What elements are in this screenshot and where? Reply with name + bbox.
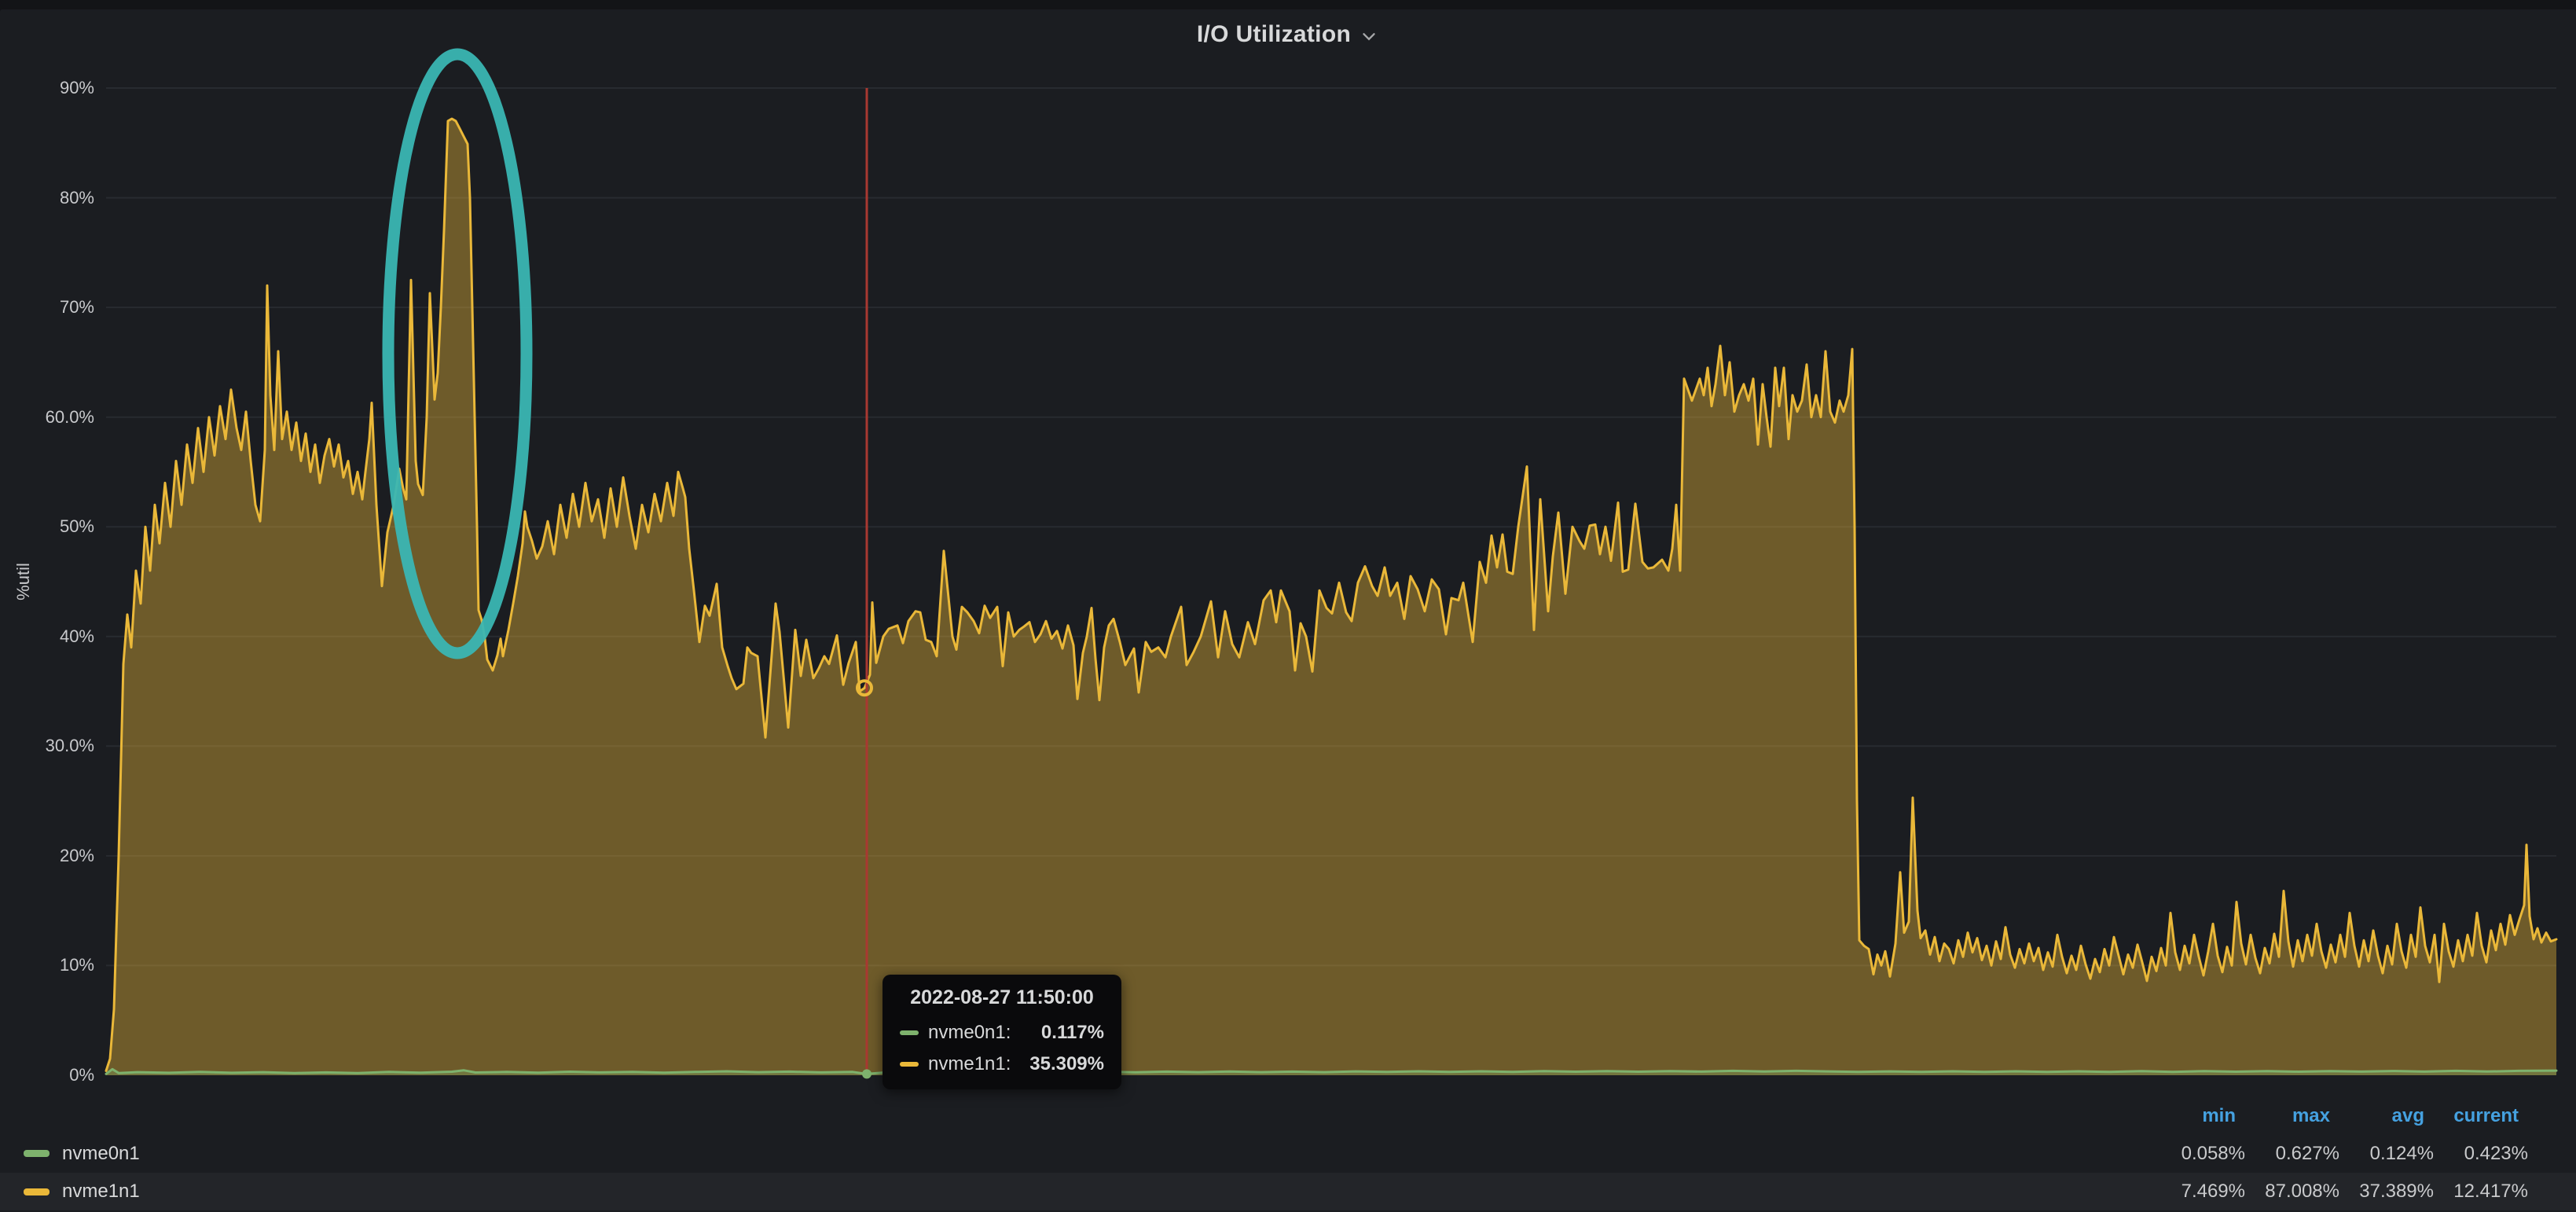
tooltip-timestamp: 2022-08-27 11:50:00 — [900, 986, 1104, 1009]
stat-current: 12.417% — [2434, 1181, 2528, 1203]
legend-row-nvme0n1[interactable]: nvme0n1 0.058% 0.627% 0.124% 0.423% — [0, 1135, 2576, 1172]
legend-stat-headers: min max avg current — [2151, 1102, 2528, 1130]
series-fill-nvme1n1 — [106, 119, 2556, 1075]
series-color-swatch-yellow — [900, 1062, 919, 1067]
stat-max: 87.008% — [2245, 1181, 2339, 1203]
tooltip-series-value: 35.309% — [1029, 1053, 1104, 1075]
legend-header-min[interactable]: min — [2151, 1102, 2245, 1130]
hover-marker-nvme0n1 — [862, 1069, 872, 1078]
legend-swatch-green[interactable] — [24, 1150, 50, 1157]
y-tick-label: 90% — [0, 76, 94, 100]
legend-row-nvme1n1[interactable]: nvme1n1 7.469% 87.008% 37.389% 12.417% — [0, 1173, 2576, 1210]
stat-current: 0.423% — [2434, 1143, 2528, 1165]
stat-max: 0.627% — [2245, 1143, 2339, 1165]
panel-title[interactable]: I/O Utilization — [1197, 21, 1351, 48]
legend-header-avg[interactable]: avg — [2339, 1102, 2434, 1130]
tooltip-row-nvme1n1: nvme1n1: 35.309% — [900, 1049, 1104, 1080]
stat-avg: 37.389% — [2339, 1181, 2434, 1203]
legend-label-group[interactable]: nvme0n1 — [24, 1135, 140, 1172]
legend-swatch-yellow[interactable] — [24, 1188, 50, 1195]
tooltip-series-value: 0.117% — [1041, 1022, 1104, 1044]
stat-min: 7.469% — [2151, 1181, 2245, 1203]
panel-header[interactable]: I/O Utilization — [0, 9, 2576, 60]
legend-stats: 7.469% 87.008% 37.389% 12.417% — [2151, 1173, 2528, 1210]
chart-canvas[interactable] — [106, 72, 2556, 1075]
y-tick-label: 20% — [0, 844, 94, 868]
y-tick-label: 40% — [0, 625, 94, 648]
y-tick-label: 70% — [0, 296, 94, 319]
y-tick-label: 60.0% — [0, 406, 94, 429]
legend-label-group[interactable]: nvme1n1 — [24, 1173, 140, 1210]
legend-stats: 0.058% 0.627% 0.124% 0.423% — [2151, 1135, 2528, 1172]
hover-tooltip: 2022-08-27 11:50:00 nvme0n1: 0.117% nvme… — [883, 975, 1121, 1089]
tooltip-series-label: nvme0n1: — [928, 1022, 1011, 1044]
y-tick-label: 10% — [0, 953, 94, 977]
time-series-chart[interactable] — [106, 72, 2556, 1075]
grafana-io-utilization-screenshot: { "panel": { "title": "I/O Utilization" … — [0, 0, 2576, 1212]
y-tick-label: 30.0% — [0, 734, 94, 758]
stat-avg: 0.124% — [2339, 1143, 2434, 1165]
series-color-swatch-green — [900, 1030, 919, 1035]
stat-min: 0.058% — [2151, 1143, 2245, 1165]
legend-header-current[interactable]: current — [2434, 1102, 2528, 1130]
y-axis-unit-label: %util — [13, 563, 34, 600]
y-tick-label: 50% — [0, 515, 94, 538]
y-tick-label: 80% — [0, 186, 94, 210]
legend-header-max[interactable]: max — [2245, 1102, 2339, 1130]
chevron-down-icon[interactable] — [1359, 26, 1379, 46]
tooltip-row-nvme0n1: nvme0n1: 0.117% — [900, 1017, 1104, 1049]
legend-series-name[interactable]: nvme1n1 — [62, 1181, 140, 1203]
tooltip-series-label: nvme1n1: — [928, 1053, 1011, 1075]
legend-series-name[interactable]: nvme0n1 — [62, 1143, 140, 1165]
y-tick-label: 0% — [0, 1063, 94, 1087]
